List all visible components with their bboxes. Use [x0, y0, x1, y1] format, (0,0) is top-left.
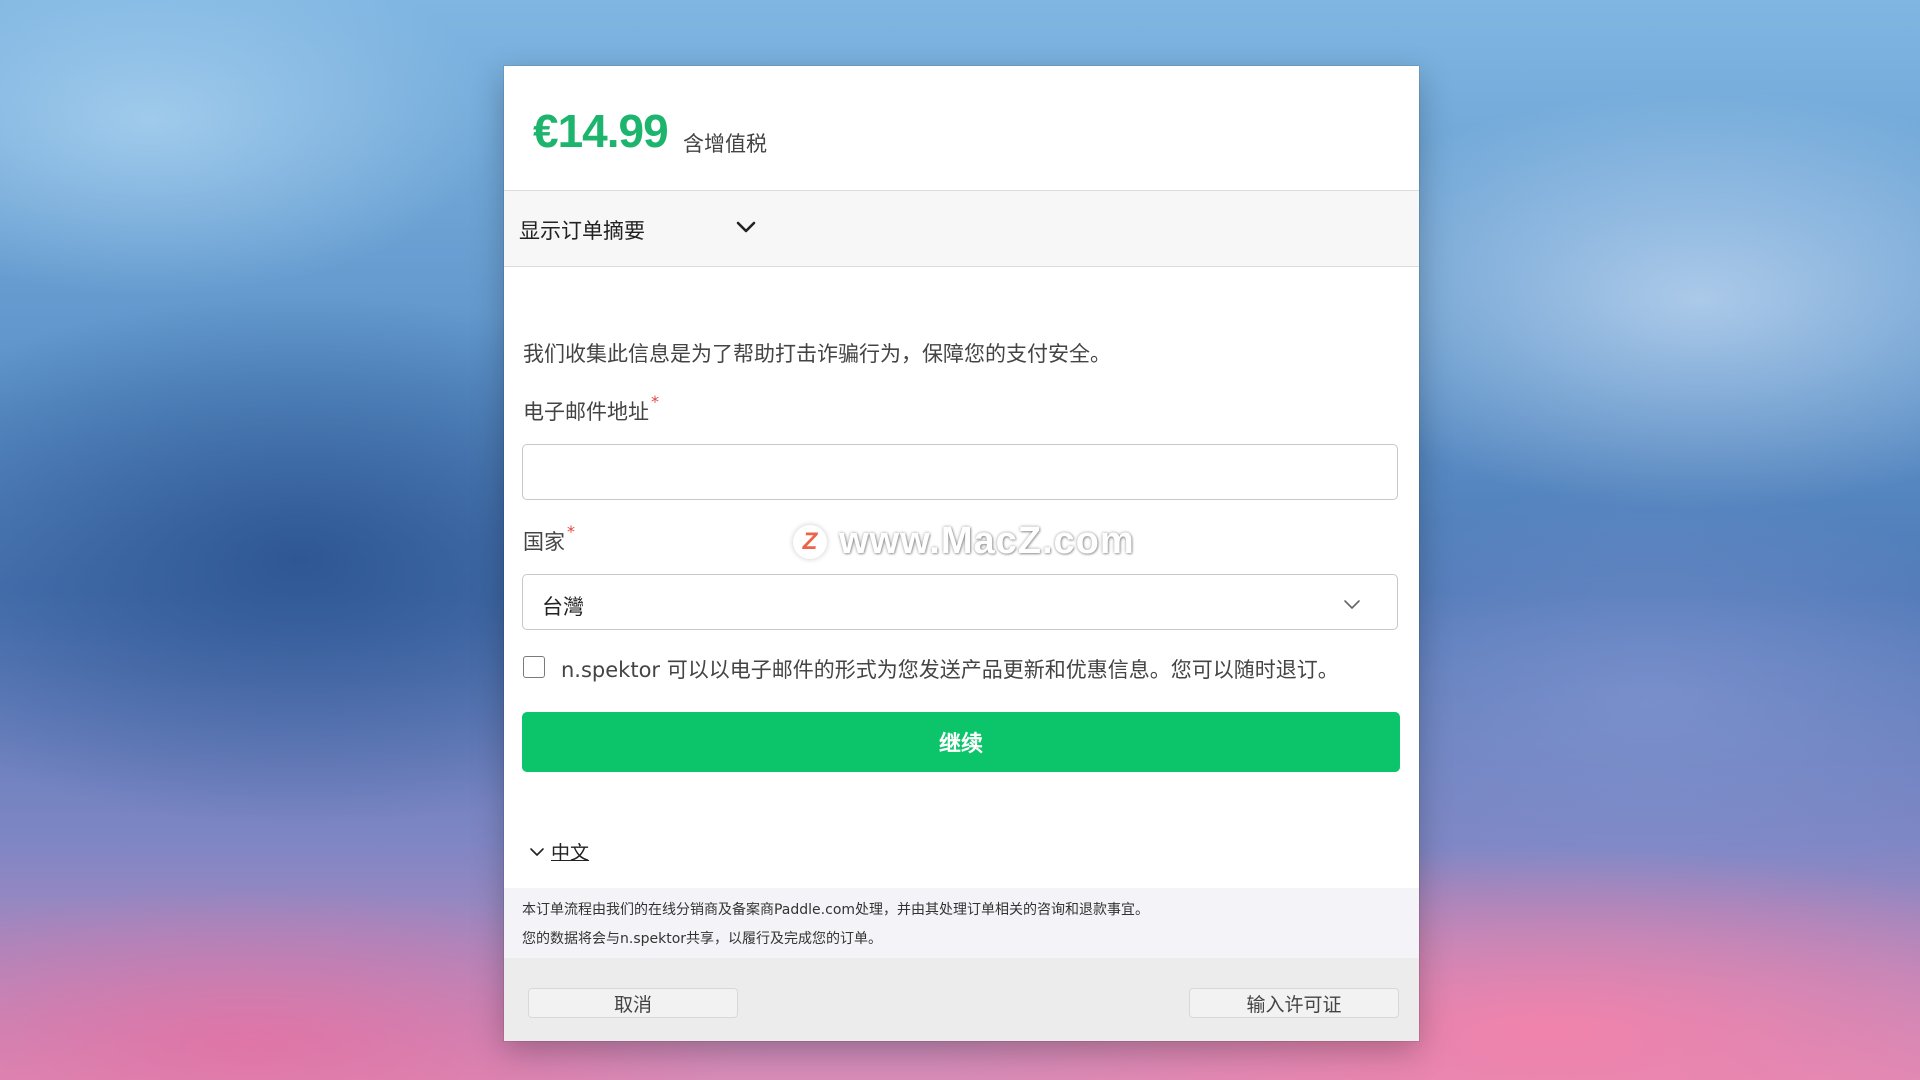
order-summary-label: 显示订单摘要: [519, 219, 645, 243]
price: €14.99: [533, 105, 669, 157]
language-selector[interactable]: 中文: [529, 838, 589, 865]
marketing-opt-in-label[interactable]: n.spektor 可以以电子邮件的形式为您发送产品更新和优惠信息。您可以随时退…: [561, 654, 1339, 684]
continue-button[interactable]: 继续: [522, 712, 1400, 772]
country-select-value: 台灣: [542, 595, 584, 619]
chevron-down-icon: [736, 221, 756, 233]
chevron-down-icon: [530, 847, 544, 856]
marketing-opt-in-checkbox[interactable]: [523, 656, 545, 678]
language-label: 中文: [551, 842, 590, 864]
country-select[interactable]: 台灣: [522, 574, 1398, 630]
watermark-logo-icon: Z: [793, 524, 827, 559]
email-field[interactable]: [522, 444, 1398, 500]
chevron-down-icon: [1344, 600, 1360, 609]
enter-license-button[interactable]: 输入许可证: [1189, 988, 1399, 1018]
footer-bar: 取消 输入许可证: [504, 958, 1419, 1041]
watermark-text: www.MacZ.com: [839, 520, 1135, 562]
country-label-text: 国家: [523, 530, 565, 554]
email-label: 电子邮件地址 *: [523, 392, 659, 426]
order-summary-toggle[interactable]: 显示订单摘要: [504, 191, 1419, 267]
footer-info: 本订单流程由我们的在线分销商及备案商Paddle.com处理，并由其处理订单相关…: [504, 888, 1419, 958]
price-header: €14.99 含增值税: [504, 66, 1419, 191]
country-label: 国家 *: [523, 522, 575, 556]
vat-note: 含增值税: [683, 132, 767, 156]
footer-info-line-2: 您的数据将会与n.spektor共享，以履行及完成您的订单。: [522, 931, 883, 947]
fraud-info-text: 我们收集此信息是为了帮助打击诈骗行为，保障您的支付安全。: [523, 342, 1111, 366]
watermark: Z www.MacZ.com: [793, 520, 1135, 563]
cancel-button[interactable]: 取消: [528, 988, 738, 1018]
required-mark: *: [567, 522, 575, 541]
email-label-text: 电子邮件地址: [523, 400, 649, 424]
footer-info-line-1: 本订单流程由我们的在线分销商及备案商Paddle.com处理，并由其处理订单相关…: [522, 902, 1150, 918]
required-mark: *: [651, 392, 659, 411]
